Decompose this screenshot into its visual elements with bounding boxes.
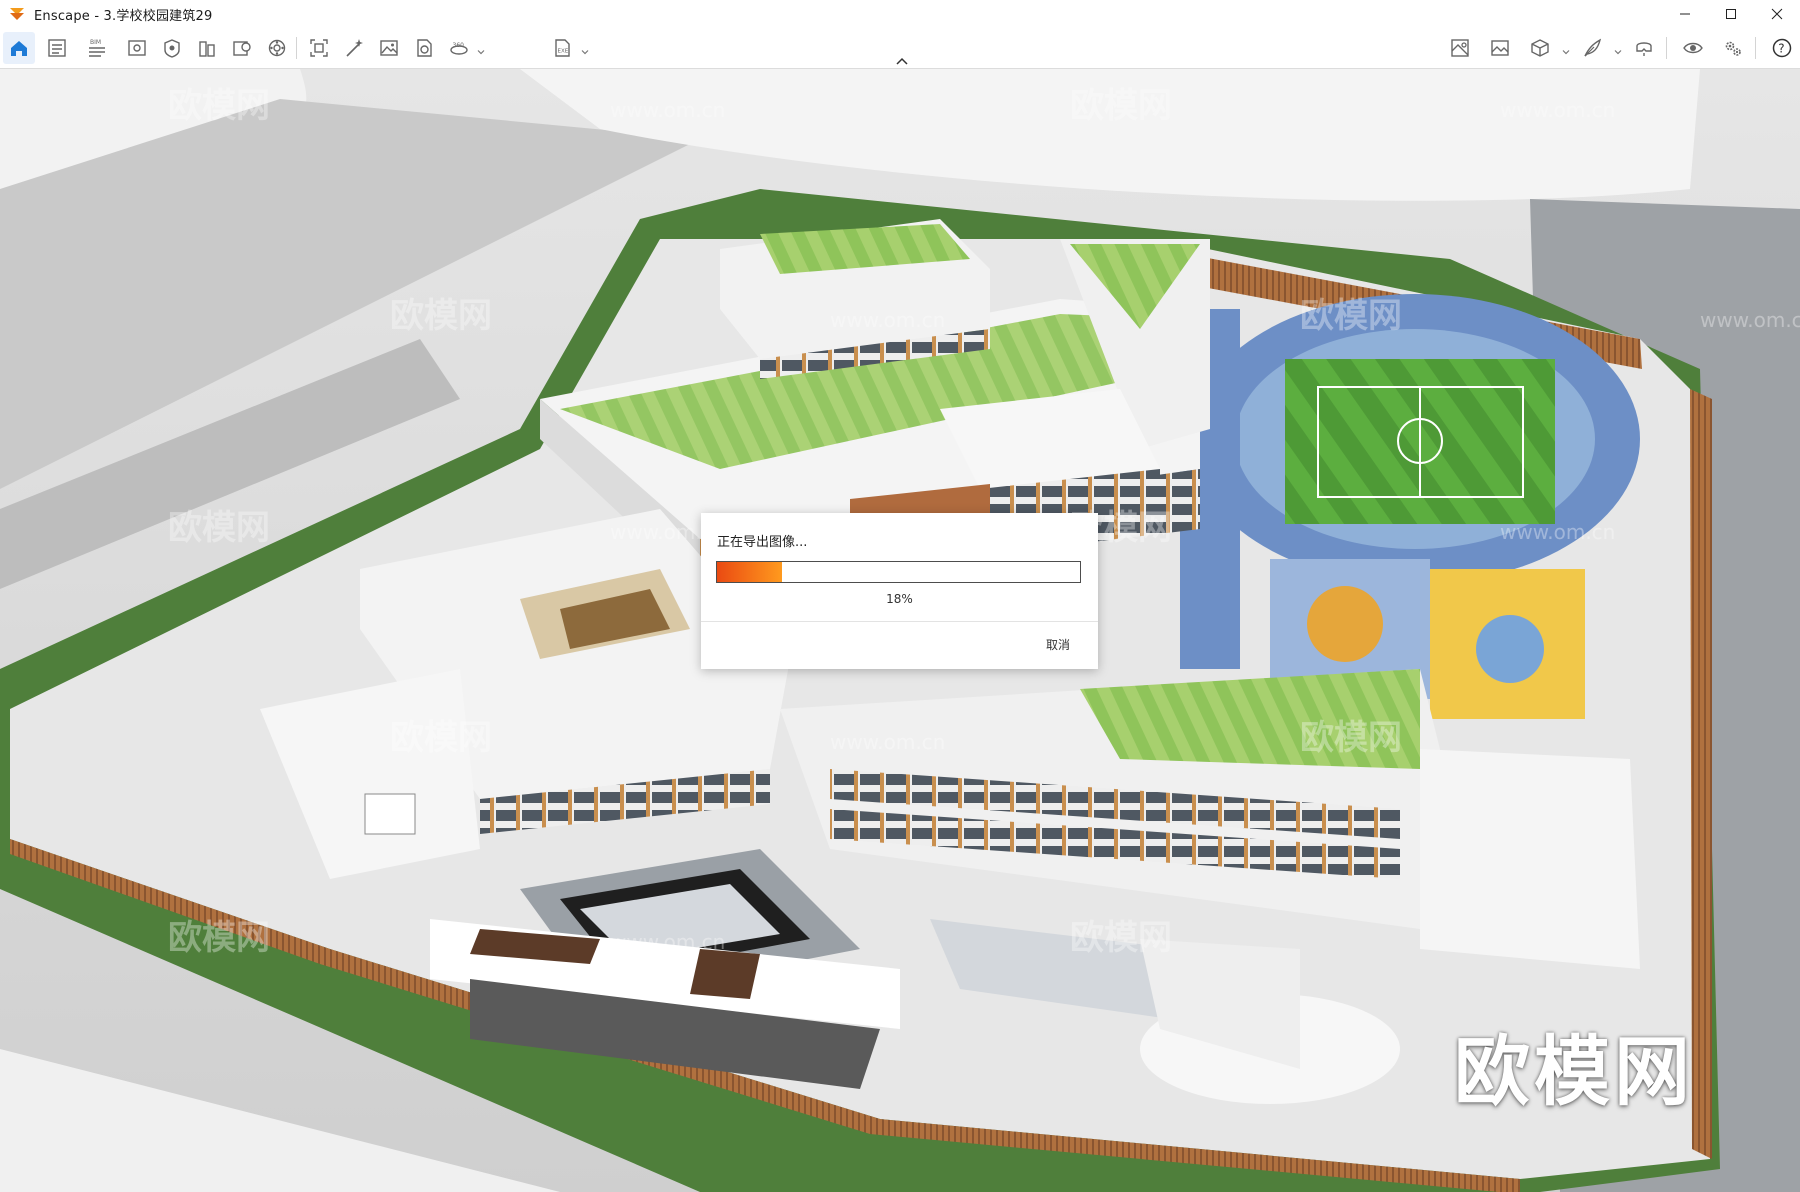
- feather-icon: [1584, 38, 1602, 57]
- chevron-down-icon: [1562, 50, 1570, 55]
- site-context-button[interactable]: [226, 32, 258, 64]
- svg-text:www.om.cn: www.om.cn: [830, 730, 945, 754]
- svg-text:欧模网: 欧模网: [1300, 718, 1402, 758]
- watermark-url: www.om.cn: [610, 98, 725, 122]
- screenshot-button[interactable]: [373, 32, 405, 64]
- vr-headset-button[interactable]: [1628, 32, 1660, 64]
- batch-render-button[interactable]: [408, 32, 440, 64]
- help-label: ?: [1778, 42, 1784, 56]
- close-button[interactable]: [1754, 0, 1800, 28]
- feather-button[interactable]: [1576, 32, 1608, 64]
- gears-icon: [1725, 41, 1741, 56]
- map-button[interactable]: [1444, 32, 1476, 64]
- svg-text:360: 360: [453, 42, 465, 49]
- export-dropdown-button[interactable]: [580, 42, 590, 55]
- maximize-icon: [1726, 9, 1736, 19]
- chevron-up-icon: [896, 57, 908, 65]
- magic-wand-button[interactable]: [338, 32, 370, 64]
- help-button[interactable]: ?: [1766, 32, 1798, 64]
- progress-fill: [717, 562, 783, 582]
- batch-render-icon: [417, 39, 432, 57]
- svg-text:欧模网: 欧模网: [1070, 86, 1172, 126]
- toolbar-separator: [296, 37, 297, 59]
- panorama-button[interactable]: 360: [443, 32, 475, 64]
- magic-wand-icon: [346, 39, 363, 57]
- chevron-down-icon: [1614, 50, 1622, 55]
- watermark-logo: 欧模网: [1454, 1027, 1694, 1116]
- views-button[interactable]: [121, 32, 153, 64]
- map-icon: [1451, 39, 1469, 57]
- svg-text:www.om.cn: www.om.cn: [830, 308, 945, 332]
- window-title: Enscape - 3.学校校园建筑29: [34, 8, 213, 24]
- dialog-divider: [701, 621, 1098, 622]
- svg-text:www.om.cn: www.om.cn: [610, 930, 725, 954]
- svg-text:欧模网: 欧模网: [390, 296, 492, 336]
- asset-library-button[interactable]: [156, 32, 188, 64]
- settings-panel-button[interactable]: [41, 32, 73, 64]
- box-dropdown-button[interactable]: [1561, 42, 1571, 55]
- feather-dropdown-button[interactable]: [1613, 42, 1623, 55]
- capture-view-button[interactable]: [303, 32, 335, 64]
- export-exe-icon: EXE: [555, 39, 570, 57]
- box-icon: [1531, 39, 1549, 57]
- svg-text:www.om.c: www.om.c: [1700, 308, 1800, 332]
- enscape-logo-icon: [10, 8, 24, 20]
- material-editor-button[interactable]: [191, 32, 223, 64]
- chevron-down-icon: [581, 50, 589, 55]
- vr-headset-icon: [1636, 42, 1652, 56]
- panorama-dropdown-button[interactable]: [476, 42, 486, 55]
- svg-text:www.om.cn: www.om.cn: [1500, 98, 1615, 122]
- progress-bar: [716, 561, 1081, 583]
- progress-percentage: 18%: [886, 592, 913, 606]
- toolbar-separator: [1755, 37, 1756, 59]
- close-icon: [1771, 8, 1783, 20]
- material-editor-icon: [199, 41, 215, 57]
- site-context-icon: [233, 41, 251, 56]
- minimize-button[interactable]: [1662, 0, 1708, 28]
- svg-text:欧模网: 欧模网: [168, 918, 270, 958]
- dialog-title: 正在导出图像...: [717, 535, 808, 550]
- bim-icon: BIM: [89, 39, 105, 57]
- export-exe-button[interactable]: EXE: [546, 32, 578, 64]
- gears-button[interactable]: [1717, 32, 1749, 64]
- home-button[interactable]: [3, 32, 35, 64]
- screenshot-icon: [380, 40, 398, 56]
- cancel-button[interactable]: 取消: [1038, 634, 1078, 655]
- eye-icon: [1683, 42, 1703, 54]
- bim-button[interactable]: BIM: [81, 32, 113, 64]
- chevron-down-icon: [477, 50, 485, 55]
- help-icon: ?: [1772, 38, 1792, 58]
- toolbar-separator: [1666, 37, 1667, 59]
- maximize-button[interactable]: [1708, 0, 1754, 28]
- svg-text:欧模网: 欧模网: [390, 718, 492, 758]
- eye-button[interactable]: [1677, 32, 1709, 64]
- bim-label: BIM: [90, 39, 101, 46]
- settings-panel-icon: [48, 39, 66, 57]
- title-bar: Enscape - 3.学校校园建筑29: [0, 0, 1800, 29]
- svg-text:欧模网: 欧模网: [168, 86, 270, 126]
- window-controls: [1662, 0, 1800, 28]
- export-progress-dialog: 正在导出图像... 18% 取消: [701, 513, 1098, 669]
- asset-library-icon: [164, 39, 180, 58]
- object-info-button[interactable]: [261, 32, 293, 64]
- svg-text:欧模网: 欧模网: [1070, 918, 1172, 958]
- capture-view-icon: [310, 39, 328, 57]
- views-icon: [128, 40, 146, 56]
- svg-text:EXE: EXE: [558, 49, 569, 55]
- box-view-button[interactable]: [1524, 32, 1556, 64]
- collapse-toolbar-button[interactable]: [892, 54, 912, 68]
- image-view-button[interactable]: [1484, 32, 1516, 64]
- minimize-icon: [1680, 13, 1690, 15]
- panorama-360-icon: 360: [450, 42, 468, 55]
- svg-text:欧模网: 欧模网: [168, 508, 270, 548]
- svg-text:www.om.cn: www.om.cn: [1500, 520, 1615, 544]
- home-icon: [11, 41, 27, 56]
- object-info-icon: [268, 39, 286, 57]
- image-view-icon: [1491, 40, 1509, 56]
- svg-text:欧模网: 欧模网: [1300, 296, 1402, 336]
